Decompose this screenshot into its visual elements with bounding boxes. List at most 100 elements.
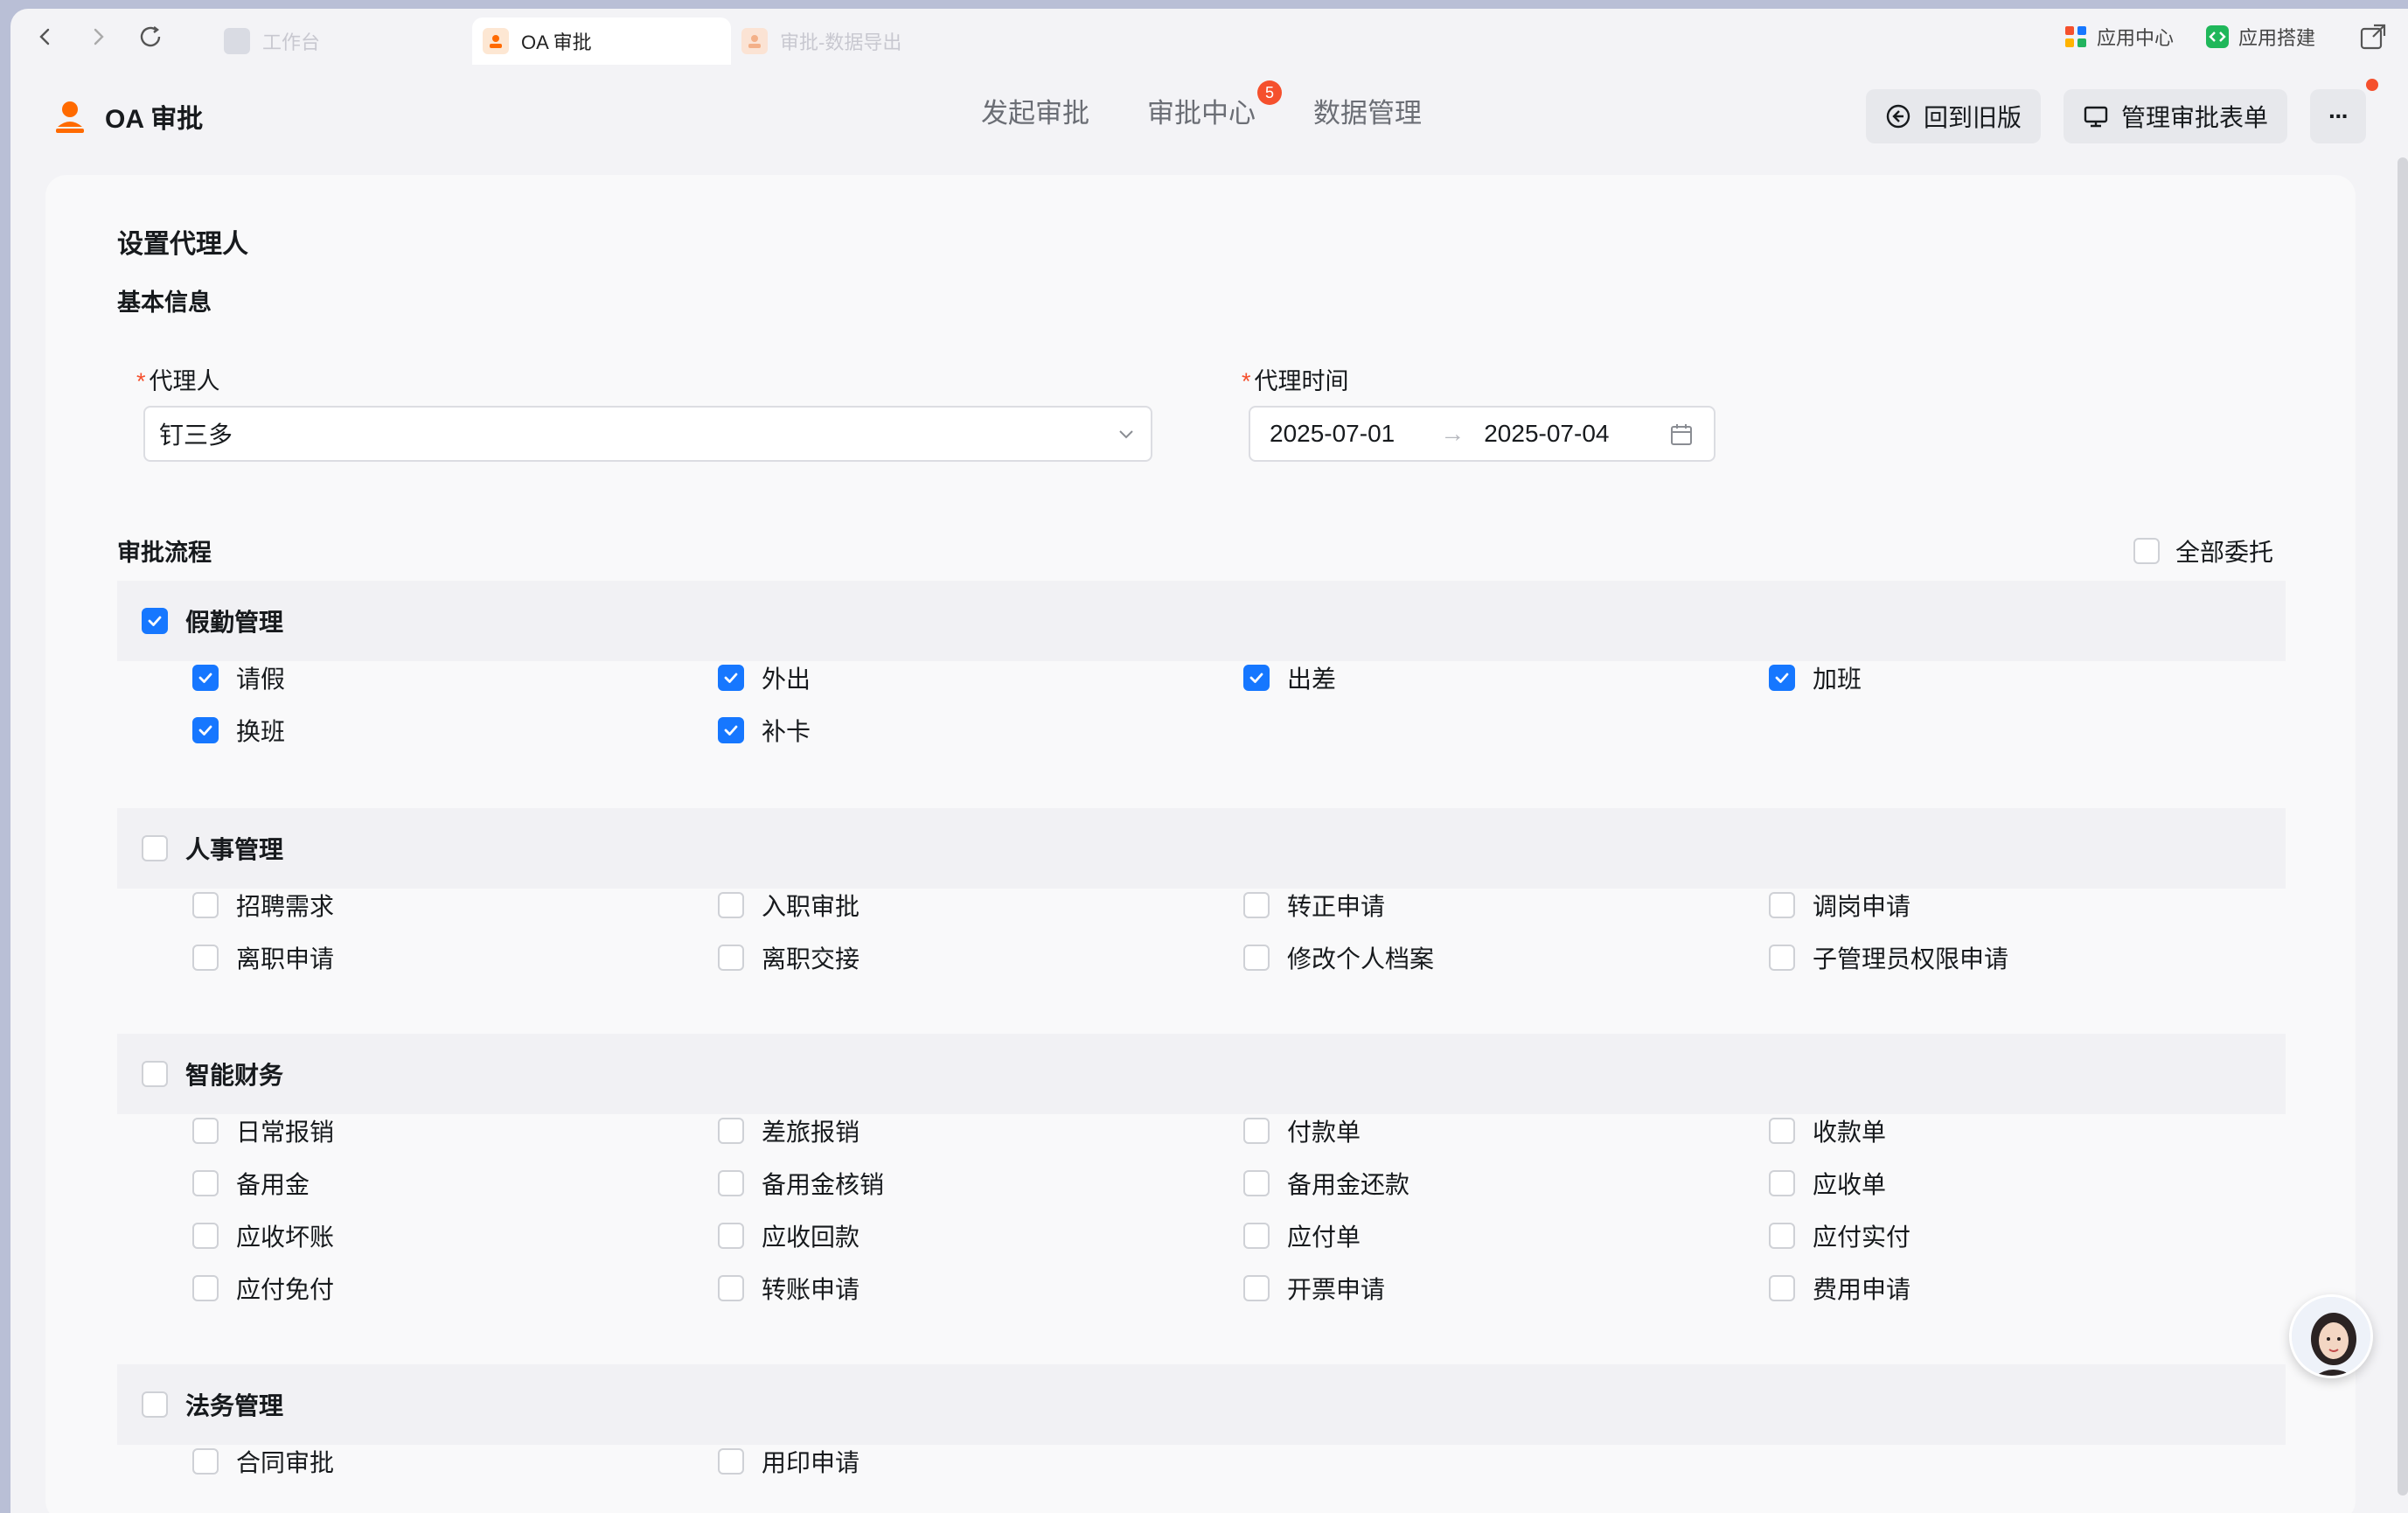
approval-type-checkbox[interactable]: 修改个人档案 — [1243, 943, 1769, 973]
checkbox[interactable] — [1769, 945, 1795, 971]
checkbox[interactable] — [718, 717, 744, 743]
approval-type-checkbox[interactable]: 补卡 — [718, 715, 1243, 745]
approval-type-checkbox[interactable]: 转账申请 — [718, 1273, 1243, 1303]
approval-type-checkbox[interactable]: 付款单 — [1243, 1116, 1769, 1146]
checkbox[interactable] — [1243, 665, 1270, 691]
approval-type-label: 招聘需求 — [236, 893, 335, 920]
tab-data-export[interactable]: 审批-数据导出 — [731, 17, 990, 65]
checkbox[interactable] — [1243, 1118, 1270, 1144]
checkbox[interactable] — [192, 945, 219, 971]
approval-type-checkbox[interactable]: 入职审批 — [718, 890, 1243, 920]
approval-type-checkbox[interactable]: 应付单 — [1243, 1221, 1769, 1251]
approval-type-checkbox[interactable]: 请假 — [192, 663, 718, 693]
checkbox[interactable] — [192, 717, 219, 743]
approval-type-checkbox[interactable]: 出差 — [1243, 663, 1769, 693]
checkbox[interactable] — [1769, 1275, 1795, 1301]
approval-type-label: 备用金 — [236, 1171, 310, 1198]
date-range-picker[interactable]: 2025-07-01 → 2025-07-04 — [1249, 406, 1716, 462]
approval-type-checkbox[interactable]: 子管理员权限申请 — [1769, 943, 2294, 973]
group-header[interactable]: 智能财务 — [117, 1034, 2286, 1114]
checkbox[interactable] — [192, 892, 219, 918]
popout-button[interactable] — [2359, 23, 2387, 51]
manage-forms-button[interactable]: 管理审批表单 — [2063, 89, 2287, 143]
checkbox[interactable] — [718, 1170, 744, 1196]
back-to-old-version-button[interactable]: 回到旧版 — [1865, 89, 2041, 143]
approval-type-checkbox[interactable]: 应收回款 — [718, 1221, 1243, 1251]
approval-type-checkbox[interactable]: 日常报销 — [192, 1116, 718, 1146]
checkbox[interactable] — [192, 1223, 219, 1249]
checkbox[interactable] — [2133, 538, 2160, 564]
approval-type-checkbox[interactable]: 应付免付 — [192, 1273, 718, 1303]
checkbox[interactable] — [142, 608, 168, 634]
checkbox[interactable] — [192, 1448, 219, 1475]
approval-type-checkbox[interactable]: 备用金 — [192, 1168, 718, 1198]
approval-type-checkbox[interactable]: 调岗申请 — [1769, 890, 2294, 920]
refresh-button[interactable] — [133, 19, 168, 54]
nav-approval-center[interactable]: 审批中心 5 — [1147, 80, 1282, 130]
checkbox[interactable] — [718, 892, 744, 918]
checkbox[interactable] — [142, 1061, 168, 1087]
checkbox[interactable] — [1769, 665, 1795, 691]
checkbox[interactable] — [718, 1118, 744, 1144]
checkbox[interactable] — [718, 945, 744, 971]
checkbox[interactable] — [1243, 1275, 1270, 1301]
approval-type-checkbox[interactable]: 应收单 — [1769, 1168, 2294, 1198]
app-builder-link[interactable]: 应用搭建 — [2205, 23, 2315, 51]
checkbox[interactable] — [718, 1223, 744, 1249]
approval-type-checkbox[interactable]: 费用申请 — [1769, 1273, 2294, 1303]
approval-type-checkbox[interactable]: 备用金核销 — [718, 1168, 1243, 1198]
forward-button[interactable] — [80, 19, 115, 54]
end-date-input[interactable]: 2025-07-04 — [1484, 420, 1609, 448]
checkbox[interactable] — [718, 665, 744, 691]
checkbox[interactable] — [1769, 892, 1795, 918]
tab-oa-approval[interactable]: OA 审批 — [472, 17, 731, 65]
checkbox[interactable] — [1243, 945, 1270, 971]
approval-type-checkbox[interactable]: 离职申请 — [192, 943, 718, 973]
approval-type-checkbox[interactable]: 差旅报销 — [718, 1116, 1243, 1146]
approval-type-checkbox[interactable]: 收款单 — [1769, 1116, 2294, 1146]
app-window: 工作台 OA 审批 审批-数据导出 应用中心 应用搭建 OA 审批 发起审批 审… — [10, 9, 2408, 1513]
checkbox[interactable] — [142, 1391, 168, 1418]
approval-type-checkbox[interactable]: 开票申请 — [1243, 1273, 1769, 1303]
tab-workbench[interactable]: 工作台 — [213, 17, 472, 65]
approval-type-checkbox[interactable]: 转正申请 — [1243, 890, 1769, 920]
approval-type-checkbox[interactable]: 加班 — [1769, 663, 2294, 693]
approval-type-checkbox[interactable]: 应付实付 — [1769, 1221, 2294, 1251]
checkbox[interactable] — [1243, 892, 1270, 918]
approval-type-checkbox[interactable]: 离职交接 — [718, 943, 1243, 973]
back-button[interactable] — [28, 19, 63, 54]
approval-type-checkbox[interactable]: 用印申请 — [718, 1447, 1243, 1476]
checkbox[interactable] — [142, 835, 168, 861]
nav-data-management[interactable]: 数据管理 — [1313, 91, 1422, 130]
start-date-input[interactable]: 2025-07-01 — [1270, 420, 1395, 448]
checkbox[interactable] — [1769, 1170, 1795, 1196]
group-header[interactable]: 假勤管理 — [117, 581, 2286, 661]
group-header[interactable]: 法务管理 — [117, 1364, 2286, 1445]
checkbox[interactable] — [718, 1275, 744, 1301]
app-center-link[interactable]: 应用中心 — [2064, 23, 2174, 51]
agent-select[interactable]: 钉三多 — [143, 406, 1152, 462]
checkbox[interactable] — [192, 1170, 219, 1196]
delegate-all-checkbox[interactable]: 全部委托 — [2133, 533, 2273, 568]
nav-start-approval[interactable]: 发起审批 — [981, 91, 1089, 130]
scrollbar[interactable] — [2398, 157, 2408, 1496]
approval-type-label: 应收回款 — [762, 1224, 860, 1251]
checkbox[interactable] — [1243, 1223, 1270, 1249]
approval-type-checkbox[interactable]: 换班 — [192, 715, 718, 745]
app-builder-label: 应用搭建 — [2237, 27, 2315, 49]
checkbox[interactable] — [1243, 1170, 1270, 1196]
approval-type-checkbox[interactable]: 招聘需求 — [192, 890, 718, 920]
approval-type-checkbox[interactable]: 外出 — [718, 663, 1243, 693]
approval-type-checkbox[interactable]: 合同审批 — [192, 1447, 718, 1476]
checkbox[interactable] — [1769, 1223, 1795, 1249]
approval-type-checkbox[interactable]: 备用金还款 — [1243, 1168, 1769, 1198]
group-header[interactable]: 人事管理 — [117, 808, 2286, 889]
checkbox[interactable] — [192, 1275, 219, 1301]
checkbox[interactable] — [718, 1448, 744, 1475]
approval-type-checkbox[interactable]: 应收坏账 — [192, 1221, 718, 1251]
checkbox[interactable] — [192, 1118, 219, 1144]
more-button[interactable]: ··· — [2310, 79, 2378, 143]
checkbox[interactable] — [192, 665, 219, 691]
assistant-avatar[interactable] — [2289, 1294, 2373, 1378]
checkbox[interactable] — [1769, 1118, 1795, 1144]
